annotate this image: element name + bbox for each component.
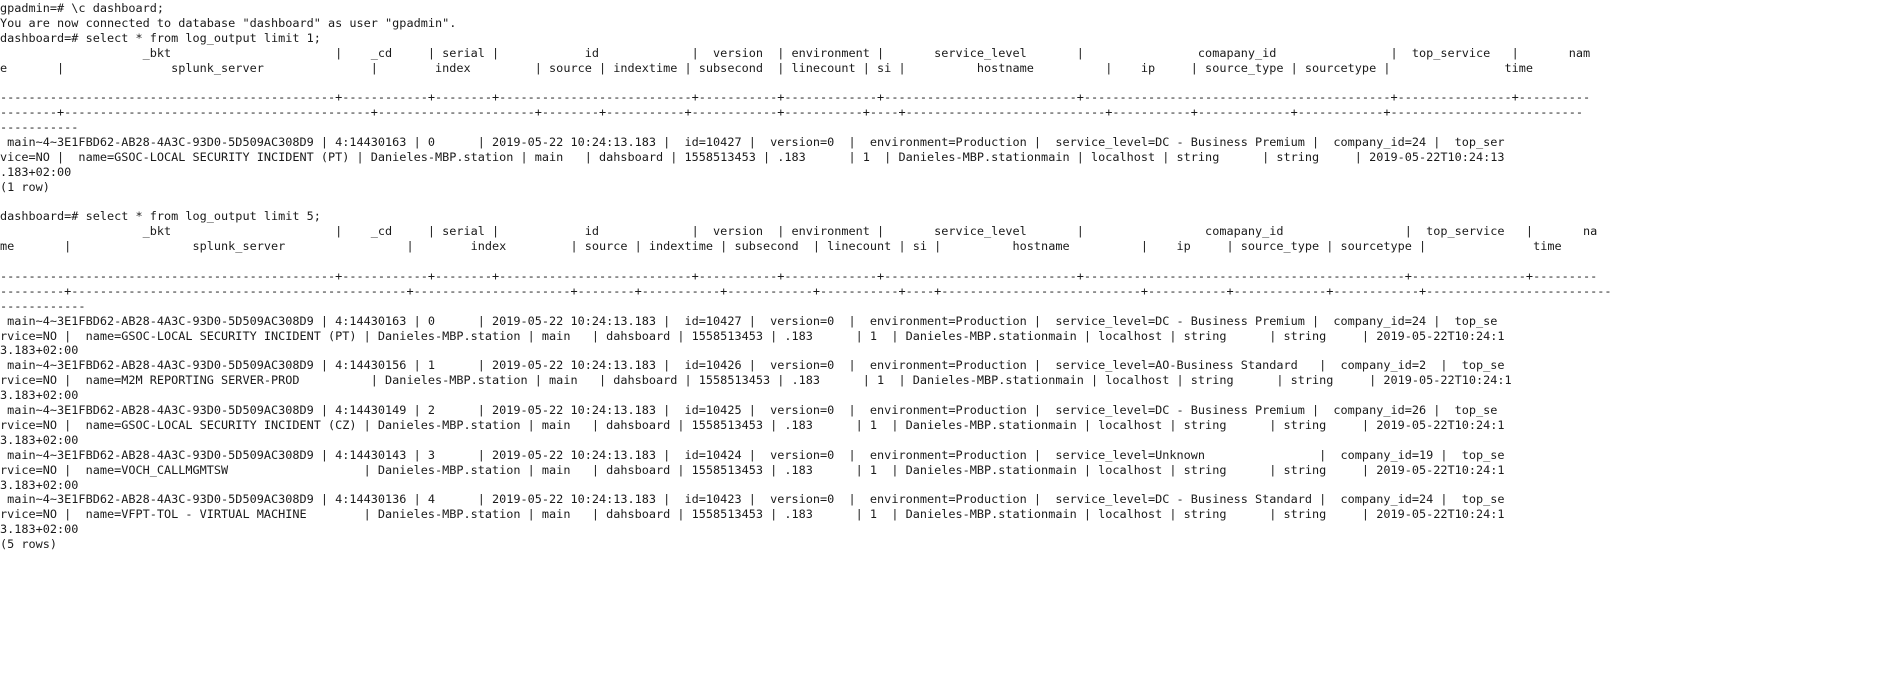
table-row: rvice=NO | name=VOCH_CALLMGMTSW | Daniel…: [0, 462, 1505, 477]
table-separator: ---------+------------------------------…: [0, 283, 1612, 298]
row-count: (1 row): [0, 179, 50, 194]
table-separator: ----------------------------------------…: [0, 269, 1598, 284]
table-row: main~4~3E1FBD62-AB28-4A3C-93D0-5D509AC30…: [0, 447, 1505, 462]
table-row: main~4~3E1FBD62-AB28-4A3C-93D0-5D509AC30…: [0, 358, 1505, 373]
table-row: 3.183+02:00: [0, 343, 79, 358]
terminal-line: dashboard=# select * from log_output lim…: [0, 30, 321, 45]
row-count: (5 rows): [0, 537, 58, 552]
table-header-line: e | splunk_server | index | source | ind…: [0, 60, 1534, 75]
table-separator: -----------: [0, 120, 79, 135]
table-row: rvice=NO | name=GSOC-LOCAL SECURITY INCI…: [0, 328, 1505, 343]
table-row: 3.183+02:00: [0, 432, 79, 447]
table-row: 3.183+02:00: [0, 388, 79, 403]
table-separator: ------------: [0, 298, 86, 313]
table-row: main~4~3E1FBD62-AB28-4A3C-93D0-5D509AC30…: [0, 492, 1505, 507]
terminal-line: dashboard=# select * from log_output lim…: [0, 209, 321, 224]
table-row: vice=NO | name=GSOC-LOCAL SECURITY INCID…: [0, 149, 1505, 164]
table-header-line: _bkt | _cd | serial | id | version | env…: [0, 224, 1598, 239]
table-row: rvice=NO | name=GSOC-LOCAL SECURITY INCI…: [0, 417, 1505, 432]
table-row: 3.183+02:00: [0, 477, 79, 492]
table-row: main~4~3E1FBD62-AB28-4A3C-93D0-5D509AC30…: [0, 135, 1505, 150]
table-row: .183+02:00: [0, 164, 72, 179]
table-row: main~4~3E1FBD62-AB28-4A3C-93D0-5D509AC30…: [0, 313, 1498, 328]
table-row: main~4~3E1FBD62-AB28-4A3C-93D0-5D509AC30…: [0, 403, 1498, 418]
terminal-line: gpadmin=# \c dashboard;: [0, 1, 165, 15]
table-header-line: me | splunk_server | index | source | in…: [0, 239, 1562, 254]
table-separator: --------+-------------------------------…: [0, 105, 1583, 120]
table-separator: ----------------------------------------…: [0, 90, 1591, 105]
table-row: rvice=NO | name=M2M REPORTING SERVER-PRO…: [0, 373, 1512, 388]
table-row: rvice=NO | name=VFPT-TOL - VIRTUAL MACHI…: [0, 507, 1505, 522]
table-row: 3.183+02:00: [0, 522, 79, 537]
terminal-window[interactable]: gpadmin=# \c dashboard; You are now conn…: [0, 1, 1900, 681]
table-header-line: _bkt | _cd | serial | id | version | env…: [0, 45, 1591, 60]
terminal-line: You are now connected to database "dashb…: [0, 15, 457, 30]
